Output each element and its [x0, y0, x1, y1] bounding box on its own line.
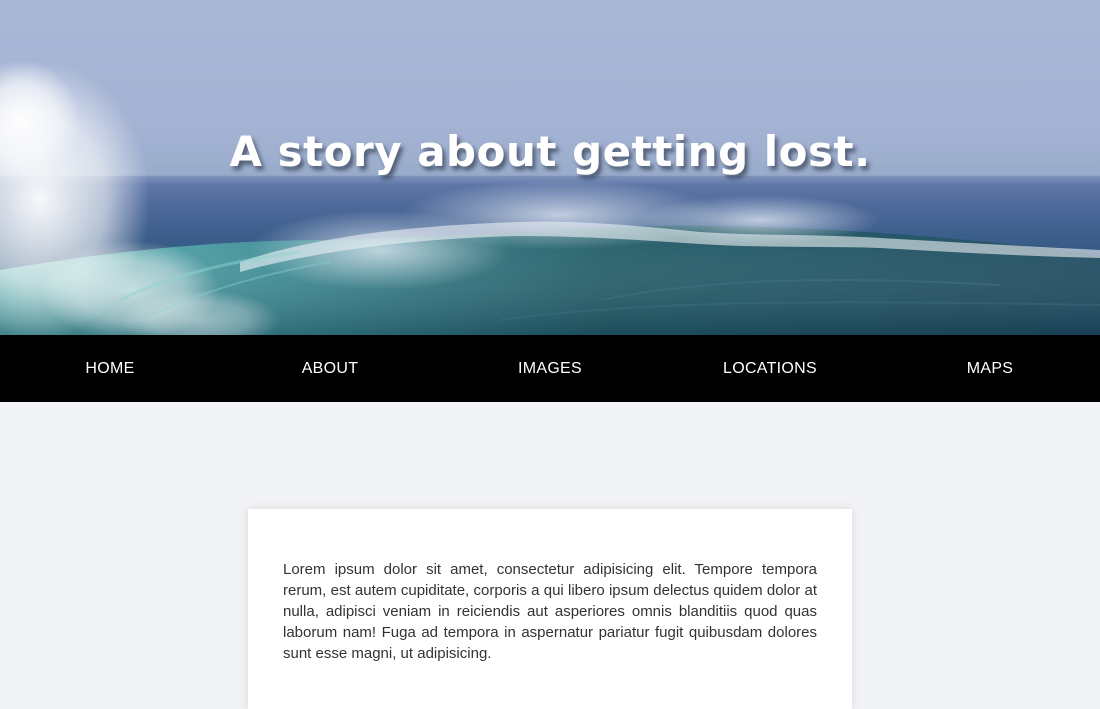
content-card: Lorem ipsum dolor sit amet, consectetur … — [248, 509, 852, 709]
nav-item-maps[interactable]: MAPS — [880, 360, 1100, 378]
page-title: A story about getting lost. — [229, 127, 871, 176]
card-text: Lorem ipsum dolor sit amet, consectetur … — [283, 561, 817, 662]
hero-banner: A story about getting lost. — [0, 0, 1100, 335]
nav-item-home[interactable]: HOME — [0, 360, 220, 378]
nav-item-about[interactable]: ABOUT — [220, 360, 440, 378]
main-nav: HOME ABOUT IMAGES LOCATIONS MAPS — [0, 335, 1100, 402]
nav-item-locations[interactable]: LOCATIONS — [660, 360, 880, 378]
main-content: Lorem ipsum dolor sit amet, consectetur … — [0, 402, 1100, 709]
nav-item-images[interactable]: IMAGES — [440, 360, 660, 378]
